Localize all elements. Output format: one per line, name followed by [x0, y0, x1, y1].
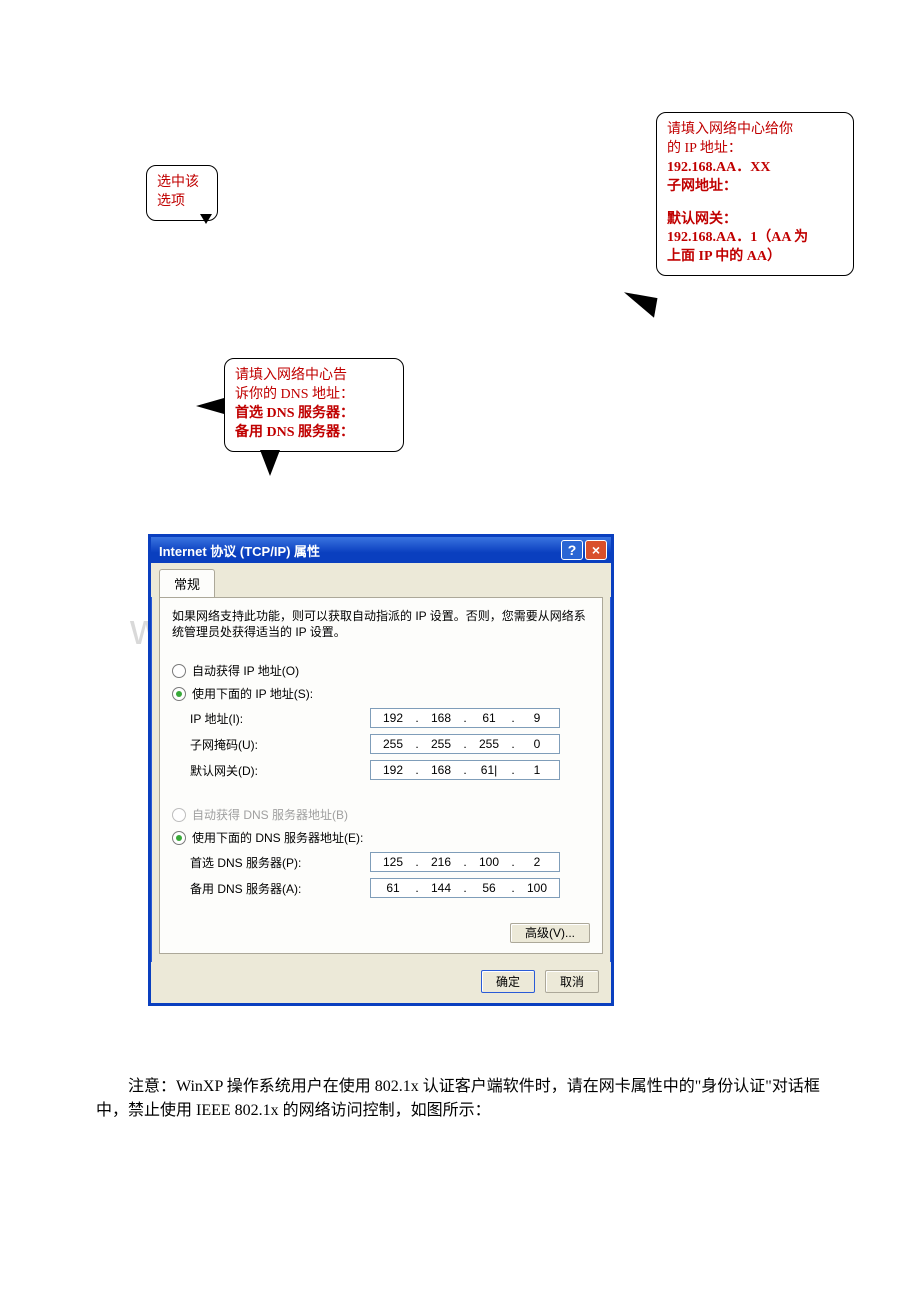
radio-label: 使用下面的 DNS 服务器地址(E):: [192, 829, 363, 846]
text: 192.168.AA．1（AA 为: [667, 229, 843, 248]
mask-input[interactable]: 255. 255. 255. 0: [370, 734, 560, 754]
field-mask: 子网掩码(U): 255. 255. 255. 0: [190, 734, 590, 754]
callout-dns-info: 请填入网络中心告 诉你的 DNS 地址： 首选 DNS 服务器： 备用 DNS …: [224, 358, 404, 452]
label: 默认网关(D):: [190, 762, 370, 779]
gateway-input[interactable]: 192. 168. 61|. 1: [370, 760, 560, 780]
dns2-input[interactable]: 61. 144. 56. 100: [370, 878, 560, 898]
text: 备用 DNS 服务器：: [235, 424, 393, 443]
text: 选中该: [157, 174, 207, 193]
tab-general[interactable]: 常规: [159, 569, 215, 597]
field-dns1: 首选 DNS 服务器(P): 125. 216. 100. 2: [190, 852, 590, 872]
text: 诉你的 DNS 地址：: [235, 386, 393, 405]
radio-label: 自动获得 DNS 服务器地址(B): [192, 806, 348, 823]
dialog-title: Internet 协议 (TCP/IP) 属性: [159, 541, 320, 560]
callout-tail: [621, 292, 658, 318]
description-text: 如果网络支持此功能，则可以获取自动指派的 IP 设置。否则，您需要从网络系统管理…: [172, 608, 590, 640]
radio-label: 自动获得 IP 地址(O): [192, 662, 299, 679]
radio-icon: [172, 664, 186, 678]
close-icon: ×: [592, 543, 600, 557]
spacer: [667, 197, 843, 211]
tab-strip: 常规: [151, 563, 611, 597]
radio-use-dns[interactable]: 使用下面的 DNS 服务器地址(E):: [172, 829, 590, 846]
callout-ip-info: 请填入网络中心给你 的 IP 地址： 192.168.AA．XX 子网地址： 默…: [656, 112, 854, 276]
cancel-button[interactable]: 取消: [545, 970, 599, 993]
text: 选项: [157, 193, 207, 212]
dns1-input[interactable]: 125. 216. 100. 2: [370, 852, 560, 872]
field-ip: IP 地址(I): 192. 168. 61. 9: [190, 708, 590, 728]
radio-icon: [172, 808, 186, 822]
text: 默认网关：: [667, 211, 843, 230]
dialog-buttons: 确定 取消: [151, 962, 611, 1003]
radio-label: 使用下面的 IP 地址(S):: [192, 685, 313, 702]
label: 子网掩码(U):: [190, 736, 370, 753]
text: 请填入网络中心给你: [667, 121, 843, 140]
close-button[interactable]: ×: [585, 540, 607, 560]
help-button[interactable]: ?: [561, 540, 583, 560]
field-gateway: 默认网关(D): 192. 168. 61|. 1: [190, 760, 590, 780]
callout-select-option: 选中该 选项: [146, 165, 218, 221]
text: 上面 IP 中的 AA）: [667, 248, 843, 267]
label: 首选 DNS 服务器(P):: [190, 854, 370, 871]
note-paragraph: 注意：WinXP 操作系统用户在使用 802.1x 认证客户端软件时，请在网卡属…: [96, 1075, 836, 1123]
callout-tail: [200, 214, 212, 224]
callout-tail: [196, 398, 224, 414]
text: 192.168.AA．XX: [667, 159, 843, 178]
tab-body: 如果网络支持此功能，则可以获取自动指派的 IP 设置。否则，您需要从网络系统管理…: [159, 597, 603, 954]
radio-auto-dns: 自动获得 DNS 服务器地址(B): [172, 806, 590, 823]
label: IP 地址(I):: [190, 710, 370, 727]
ip-input[interactable]: 192. 168. 61. 9: [370, 708, 560, 728]
text: 子网地址：: [667, 178, 843, 197]
radio-icon: [172, 831, 186, 845]
text: 首选 DNS 服务器：: [235, 405, 393, 424]
text: 请填入网络中心告: [235, 367, 393, 386]
tcpip-properties-dialog: Internet 协议 (TCP/IP) 属性 ? × 常规 如果网络支持此功能…: [148, 534, 614, 1006]
callout-tail: [260, 450, 280, 476]
advanced-button[interactable]: 高级(V)...: [510, 923, 590, 943]
radio-icon: [172, 687, 186, 701]
radio-auto-ip[interactable]: 自动获得 IP 地址(O): [172, 662, 590, 679]
text: 的 IP 地址：: [667, 140, 843, 159]
ok-button[interactable]: 确定: [481, 970, 535, 993]
titlebar[interactable]: Internet 协议 (TCP/IP) 属性 ? ×: [151, 537, 611, 563]
radio-use-ip[interactable]: 使用下面的 IP 地址(S):: [172, 685, 590, 702]
help-icon: ?: [568, 543, 577, 557]
field-dns2: 备用 DNS 服务器(A): 61. 144. 56. 100: [190, 878, 590, 898]
label: 备用 DNS 服务器(A):: [190, 880, 370, 897]
advanced-row: 高级(V)...: [172, 924, 590, 941]
